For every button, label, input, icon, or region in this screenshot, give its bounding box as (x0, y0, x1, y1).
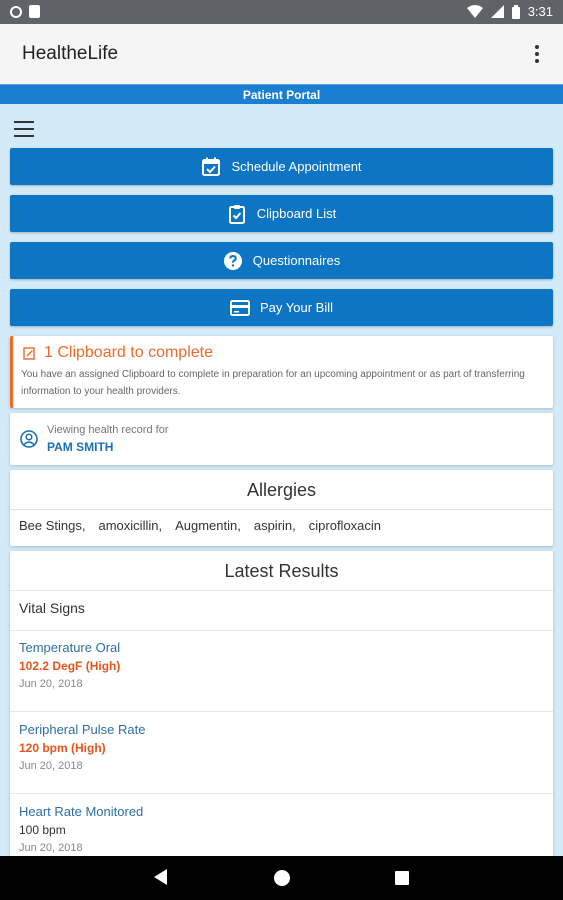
wifi-icon (466, 5, 483, 18)
schedule-appointment-button[interactable]: Schedule Appointment (10, 148, 553, 185)
hamburger-menu-icon[interactable] (14, 121, 34, 137)
allergies-title: Allergies (246, 480, 317, 500)
calendar-check-icon (202, 157, 221, 176)
recent-apps-icon[interactable] (395, 871, 409, 885)
allergy-item: Bee Stings, (19, 518, 86, 533)
allergy-item: amoxicillin, (98, 518, 163, 533)
clipboard-list-label: Clipboard List (256, 206, 337, 221)
allergy-item: aspirin, (253, 518, 296, 533)
back-icon[interactable] (154, 869, 167, 885)
result-value: 100 bpm (19, 823, 66, 837)
allergy-item: Augmentin, (175, 518, 241, 533)
divider (10, 509, 553, 510)
questionnaires-label: Questionnaires (252, 253, 341, 268)
system-navigation-bar (0, 856, 563, 900)
vital-signs-heading: Vital Signs (19, 600, 85, 616)
latest-results-title: Latest Results (224, 561, 339, 581)
questionnaires-button[interactable]: Questionnaires (10, 242, 553, 279)
viewing-record-card[interactable]: Viewing health record for PAM SMITH (10, 413, 553, 465)
allergy-item: ciprofloxacin (308, 518, 382, 533)
sd-card-icon (29, 5, 40, 18)
clipboard-alert-title: 1 Clipboard to complete (44, 344, 213, 361)
schedule-appointment-label: Schedule Appointment (231, 159, 362, 174)
portal-header: Patient Portal (0, 84, 563, 104)
result-item[interactable]: Temperature Oral 102.2 DegF (High) Jun 2… (19, 640, 120, 690)
allergies-card: Allergies Bee Stings, amoxicillin, Augme… (10, 470, 553, 546)
clipboard-list-button[interactable]: Clipboard List (10, 195, 553, 232)
result-date: Jun 20, 2018 (19, 842, 83, 854)
result-item[interactable]: Heart Rate Monitored 100 bpm Jun 20, 201… (19, 804, 143, 854)
result-name: Heart Rate Monitored (19, 804, 144, 819)
clipboard-check-icon (228, 204, 245, 224)
edit-document-icon (23, 346, 35, 360)
signal-icon (490, 5, 504, 18)
pay-your-bill-label: Pay Your Bill (260, 300, 333, 315)
battery-icon (511, 4, 520, 19)
result-value: 102.2 DegF (High) (19, 659, 121, 673)
divider (10, 793, 553, 794)
result-item[interactable]: Peripheral Pulse Rate 120 bpm (High) Jun… (19, 722, 145, 772)
allergy-list: Bee Stings, amoxicillin, Augmentin, aspi… (19, 518, 381, 533)
status-time: 3:31 (527, 4, 553, 19)
question-circle-icon (223, 251, 242, 270)
result-date: Jun 20, 2018 (19, 678, 83, 690)
latest-results-card: Latest Results Vital Signs Temperature O… (10, 551, 553, 856)
result-date: Jun 20, 2018 (19, 760, 83, 772)
divider (10, 630, 553, 631)
main-content: Schedule Appointment Clipboard List Ques… (0, 104, 563, 856)
divider (10, 711, 553, 712)
result-name: Temperature Oral (19, 640, 121, 655)
clipboard-alert-card[interactable]: 1 Clipboard to complete You have an assi… (10, 336, 553, 408)
app-title: HealtheLife (22, 43, 119, 64)
user-circle-icon (20, 430, 38, 448)
home-icon[interactable] (274, 870, 290, 886)
more-options-icon[interactable] (531, 42, 543, 66)
divider (10, 590, 553, 591)
clipboard-alert-description: You have an assigned Clipboard to comple… (21, 369, 525, 397)
notification-circle-icon (10, 5, 22, 18)
viewing-label: Viewing health record for (47, 424, 169, 436)
result-name: Peripheral Pulse Rate (19, 722, 146, 737)
credit-card-icon (230, 299, 250, 316)
result-value: 120 bpm (High) (19, 741, 106, 755)
patient-name: PAM SMITH (47, 440, 114, 454)
status-bar: 3:31 (0, 0, 563, 24)
app-bar: HealtheLife (0, 24, 563, 84)
pay-your-bill-button[interactable]: Pay Your Bill (10, 289, 553, 326)
